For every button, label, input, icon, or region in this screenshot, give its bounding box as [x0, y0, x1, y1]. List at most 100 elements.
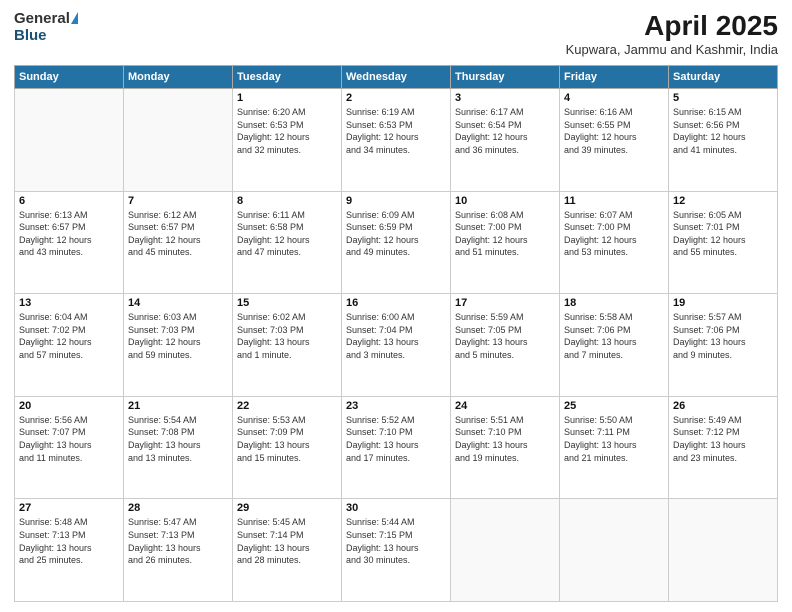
calendar-cell: 12 Sunrise: 6:05 AM Sunset: 7:01 PM Dayli… — [669, 191, 778, 294]
calendar-cell: 4 Sunrise: 6:16 AM Sunset: 6:55 PM Daylig… — [560, 89, 669, 192]
calendar-cell: 16 Sunrise: 6:00 AM Sunset: 7:04 PM Dayli… — [342, 294, 451, 397]
col-sunday: Sunday — [15, 66, 124, 89]
calendar-cell: 20Sunrise: 5:56 AM Sunset: 7:07 PM Dayli… — [15, 396, 124, 499]
calendar-cell: 27 Sunrise: 5:48 AM Sunset: 7:13 PM Dayli… — [15, 499, 124, 602]
day-number: 29 — [237, 502, 337, 514]
day-number: 30 — [346, 502, 446, 514]
day-detail: Sunrise: 6:09 AM Sunset: 6:59 PM Dayligh… — [346, 209, 446, 259]
day-number: 14 — [128, 297, 228, 309]
calendar-cell: 2Sunrise: 6:19 AM Sunset: 6:53 PM Daylig… — [342, 89, 451, 192]
calendar-cell: 22 Sunrise: 5:53 AM Sunset: 7:09 PM Dayli… — [233, 396, 342, 499]
calendar-week-row: 27 Sunrise: 5:48 AM Sunset: 7:13 PM Dayli… — [15, 499, 778, 602]
day-number: 18 — [564, 297, 664, 309]
calendar-cell: 24 Sunrise: 5:51 AM Sunset: 7:10 PM Dayli… — [451, 396, 560, 499]
calendar-cell: 1 Sunrise: 6:20 AM Sunset: 6:53 PM Daylig… — [233, 89, 342, 192]
calendar-page: General Blue April 2025 Kupwara, Jammu a… — [0, 0, 792, 612]
calendar-cell: 13 Sunrise: 6:04 AM Sunset: 7:02 PM Dayli… — [15, 294, 124, 397]
calendar-cell: 19 Sunrise: 5:57 AM Sunset: 7:06 PM Dayli… — [669, 294, 778, 397]
day-detail: Sunrise: 6:17 AM Sunset: 6:54 PM Dayligh… — [455, 106, 555, 156]
day-number: 4 — [564, 92, 664, 104]
calendar-location: Kupwara, Jammu and Kashmir, India — [566, 42, 778, 57]
calendar-week-row: 20Sunrise: 5:56 AM Sunset: 7:07 PM Dayli… — [15, 396, 778, 499]
day-number: 9 — [346, 195, 446, 207]
calendar-cell — [451, 499, 560, 602]
logo: General Blue — [14, 10, 78, 44]
day-detail: Sunrise: 6:16 AM Sunset: 6:55 PM Dayligh… — [564, 106, 664, 156]
calendar-cell — [669, 499, 778, 602]
day-number: 13 — [19, 297, 119, 309]
day-detail: Sunrise: 6:19 AM Sunset: 6:53 PM Dayligh… — [346, 106, 446, 156]
day-detail: Sunrise: 6:13 AM Sunset: 6:57 PM Dayligh… — [19, 209, 119, 259]
calendar-cell: 30Sunrise: 5:44 AM Sunset: 7:15 PM Dayli… — [342, 499, 451, 602]
day-detail: Sunrise: 6:00 AM Sunset: 7:04 PM Dayligh… — [346, 311, 446, 361]
day-number: 6 — [19, 195, 119, 207]
calendar-cell: 3 Sunrise: 6:17 AM Sunset: 6:54 PM Daylig… — [451, 89, 560, 192]
day-detail: Sunrise: 5:48 AM Sunset: 7:13 PM Dayligh… — [19, 516, 119, 566]
day-number: 15 — [237, 297, 337, 309]
day-detail: Sunrise: 5:45 AM Sunset: 7:14 PM Dayligh… — [237, 516, 337, 566]
day-number: 23 — [346, 400, 446, 412]
day-detail: Sunrise: 5:58 AM Sunset: 7:06 PM Dayligh… — [564, 311, 664, 361]
day-detail: Sunrise: 5:59 AM Sunset: 7:05 PM Dayligh… — [455, 311, 555, 361]
calendar-cell: 26 Sunrise: 5:49 AM Sunset: 7:12 PM Dayli… — [669, 396, 778, 499]
day-detail: Sunrise: 5:54 AM Sunset: 7:08 PM Dayligh… — [128, 414, 228, 464]
day-detail: Sunrise: 6:04 AM Sunset: 7:02 PM Dayligh… — [19, 311, 119, 361]
day-detail: Sunrise: 6:15 AM Sunset: 6:56 PM Dayligh… — [673, 106, 773, 156]
day-number: 8 — [237, 195, 337, 207]
col-thursday: Thursday — [451, 66, 560, 89]
calendar-table: Sunday Monday Tuesday Wednesday Thursday… — [14, 65, 778, 602]
day-detail: Sunrise: 6:12 AM Sunset: 6:57 PM Dayligh… — [128, 209, 228, 259]
day-detail: Sunrise: 5:51 AM Sunset: 7:10 PM Dayligh… — [455, 414, 555, 464]
day-detail: Sunrise: 5:56 AM Sunset: 7:07 PM Dayligh… — [19, 414, 119, 464]
calendar-cell: 23 Sunrise: 5:52 AM Sunset: 7:10 PM Dayli… — [342, 396, 451, 499]
calendar-cell: 10Sunrise: 6:08 AM Sunset: 7:00 PM Dayli… — [451, 191, 560, 294]
day-detail: Sunrise: 5:57 AM Sunset: 7:06 PM Dayligh… — [673, 311, 773, 361]
logo-triangle-icon — [71, 12, 78, 24]
calendar-cell: 11 Sunrise: 6:07 AM Sunset: 7:00 PM Dayli… — [560, 191, 669, 294]
calendar-cell: 14Sunrise: 6:03 AM Sunset: 7:03 PM Dayli… — [124, 294, 233, 397]
day-detail: Sunrise: 6:20 AM Sunset: 6:53 PM Dayligh… — [237, 106, 337, 156]
day-detail: Sunrise: 6:11 AM Sunset: 6:58 PM Dayligh… — [237, 209, 337, 259]
day-number: 22 — [237, 400, 337, 412]
day-number: 16 — [346, 297, 446, 309]
col-monday: Monday — [124, 66, 233, 89]
day-detail: Sunrise: 6:05 AM Sunset: 7:01 PM Dayligh… — [673, 209, 773, 259]
day-number: 24 — [455, 400, 555, 412]
day-detail: Sunrise: 5:52 AM Sunset: 7:10 PM Dayligh… — [346, 414, 446, 464]
calendar-header-row: Sunday Monday Tuesday Wednesday Thursday… — [15, 66, 778, 89]
header: General Blue April 2025 Kupwara, Jammu a… — [14, 10, 778, 57]
col-friday: Friday — [560, 66, 669, 89]
day-number: 11 — [564, 195, 664, 207]
calendar-cell: 25 Sunrise: 5:50 AM Sunset: 7:11 PM Dayli… — [560, 396, 669, 499]
day-detail: Sunrise: 6:07 AM Sunset: 7:00 PM Dayligh… — [564, 209, 664, 259]
calendar-cell: 18 Sunrise: 5:58 AM Sunset: 7:06 PM Dayli… — [560, 294, 669, 397]
col-saturday: Saturday — [669, 66, 778, 89]
col-wednesday: Wednesday — [342, 66, 451, 89]
day-number: 28 — [128, 502, 228, 514]
day-detail: Sunrise: 5:50 AM Sunset: 7:11 PM Dayligh… — [564, 414, 664, 464]
logo-blue-text: Blue — [14, 27, 47, 44]
day-detail: Sunrise: 6:02 AM Sunset: 7:03 PM Dayligh… — [237, 311, 337, 361]
calendar-week-row: 1 Sunrise: 6:20 AM Sunset: 6:53 PM Daylig… — [15, 89, 778, 192]
day-number: 25 — [564, 400, 664, 412]
col-tuesday: Tuesday — [233, 66, 342, 89]
day-number: 21 — [128, 400, 228, 412]
day-detail: Sunrise: 5:53 AM Sunset: 7:09 PM Dayligh… — [237, 414, 337, 464]
calendar-cell: 6 Sunrise: 6:13 AM Sunset: 6:57 PM Daylig… — [15, 191, 124, 294]
day-number: 3 — [455, 92, 555, 104]
calendar-cell: 5Sunrise: 6:15 AM Sunset: 6:56 PM Daylig… — [669, 89, 778, 192]
title-block: April 2025 Kupwara, Jammu and Kashmir, I… — [566, 10, 778, 57]
day-number: 27 — [19, 502, 119, 514]
calendar-week-row: 6 Sunrise: 6:13 AM Sunset: 6:57 PM Daylig… — [15, 191, 778, 294]
day-number: 19 — [673, 297, 773, 309]
day-detail: Sunrise: 5:49 AM Sunset: 7:12 PM Dayligh… — [673, 414, 773, 464]
day-detail: Sunrise: 5:47 AM Sunset: 7:13 PM Dayligh… — [128, 516, 228, 566]
calendar-cell: 29 Sunrise: 5:45 AM Sunset: 7:14 PM Dayli… — [233, 499, 342, 602]
day-number: 1 — [237, 92, 337, 104]
calendar-cell: 17Sunrise: 5:59 AM Sunset: 7:05 PM Dayli… — [451, 294, 560, 397]
calendar-cell — [124, 89, 233, 192]
calendar-cell: 21 Sunrise: 5:54 AM Sunset: 7:08 PM Dayli… — [124, 396, 233, 499]
day-number: 26 — [673, 400, 773, 412]
day-number: 12 — [673, 195, 773, 207]
day-number: 7 — [128, 195, 228, 207]
